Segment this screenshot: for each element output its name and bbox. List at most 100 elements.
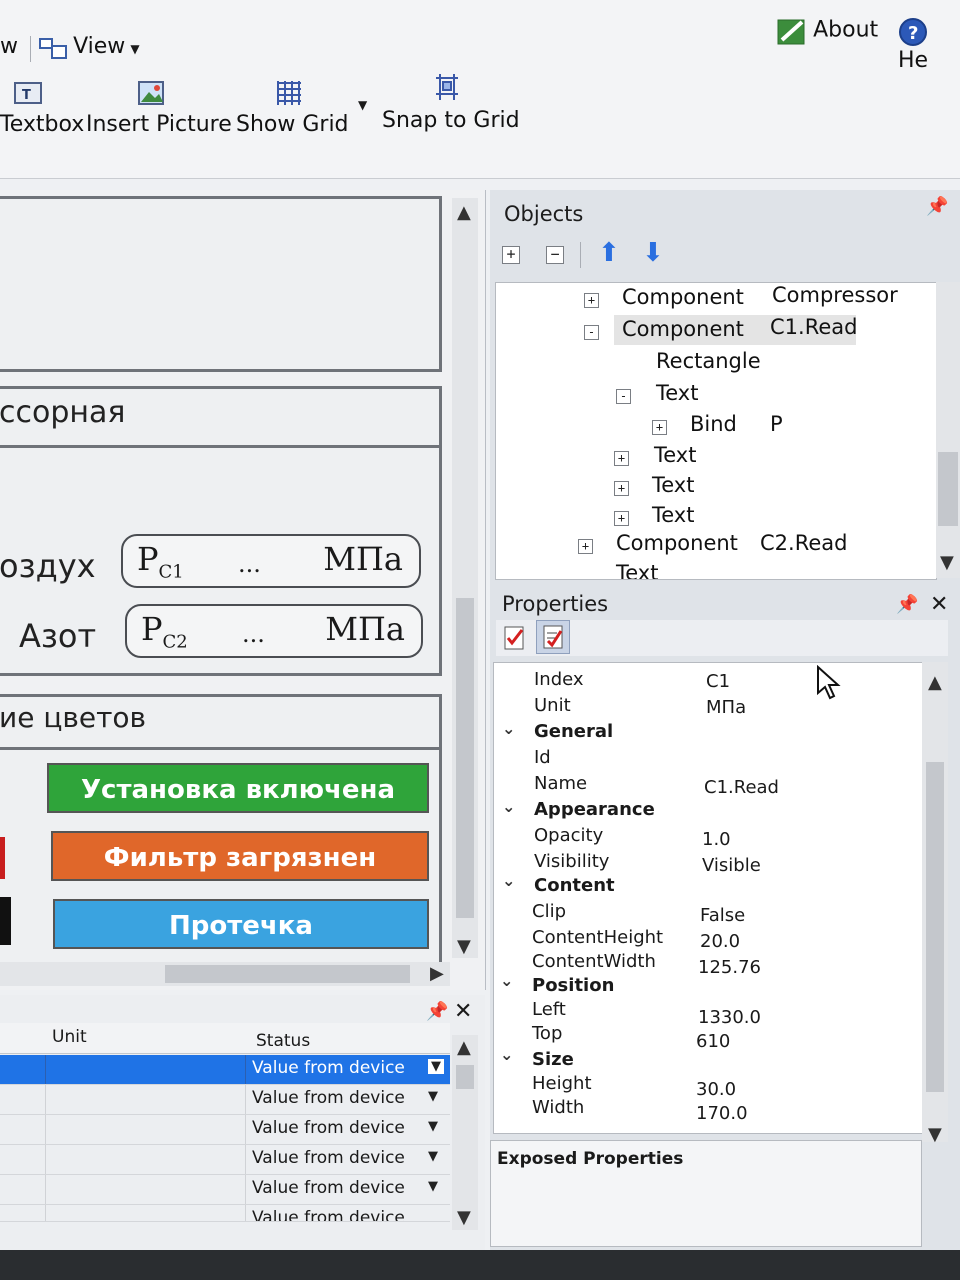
expand-icon[interactable]: + bbox=[584, 293, 599, 308]
status-blue-button[interactable]: Протечка bbox=[53, 899, 429, 949]
prop-value-visibility[interactable]: Visible bbox=[702, 855, 761, 876]
objects-scrollbar[interactable]: ▼ bbox=[936, 282, 960, 578]
scroll-down-icon[interactable]: ▼ bbox=[940, 552, 954, 573]
column-unit[interactable]: Unit bbox=[52, 1027, 87, 1047]
status-cell[interactable]: Value from device bbox=[252, 1148, 405, 1168]
chevron-down-icon[interactable]: ▼ bbox=[428, 1119, 438, 1134]
collapse-icon[interactable]: - bbox=[584, 325, 599, 340]
scroll-thumb[interactable] bbox=[456, 598, 474, 918]
expand-icon[interactable]: + bbox=[578, 539, 593, 554]
collapse-all-icon[interactable]: − bbox=[546, 246, 564, 264]
tree-node[interactable]: Text bbox=[654, 443, 696, 467]
grid-scrollbar[interactable]: ▲ ▼ bbox=[452, 1035, 478, 1230]
snap-to-grid-button[interactable]: Snap to Grid bbox=[382, 72, 520, 133]
close-icon[interactable]: ✕ bbox=[454, 999, 472, 1024]
collapse-icon[interactable]: - bbox=[616, 389, 631, 404]
about-button[interactable]: About bbox=[776, 16, 878, 48]
chevron-down-icon[interactable]: ▼ bbox=[428, 1149, 438, 1164]
status-cell[interactable]: Value from device bbox=[252, 1178, 405, 1198]
tree-node[interactable]: Text bbox=[652, 473, 694, 497]
prop-value-opacity[interactable]: 1.0 bbox=[702, 829, 731, 850]
status-cell[interactable]: Value from device bbox=[252, 1058, 405, 1078]
move-down-icon[interactable]: ⬇ bbox=[642, 238, 664, 268]
chevron-down-icon[interactable]: ▼ bbox=[428, 1179, 438, 1194]
hscroll-thumb[interactable] bbox=[165, 965, 410, 983]
expand-icon[interactable]: + bbox=[614, 511, 629, 526]
properties-scrollbar[interactable]: ▲ ▼ bbox=[922, 662, 948, 1145]
column-status[interactable]: Status bbox=[256, 1031, 310, 1051]
category-size[interactable]: Size bbox=[532, 1049, 574, 1070]
status-cell[interactable]: Value from device bbox=[252, 1118, 405, 1138]
prop-value-unit[interactable]: МПа bbox=[706, 697, 746, 718]
scroll-down-icon[interactable]: ▼ bbox=[928, 1124, 942, 1145]
objects-tree[interactable]: + Component Compressor - Component C1.Re… bbox=[495, 282, 937, 580]
scroll-down-icon[interactable]: ▼ bbox=[457, 936, 471, 957]
close-icon[interactable]: ✕ bbox=[930, 592, 948, 617]
prop-value-clip[interactable]: False bbox=[700, 905, 745, 926]
table-row[interactable]: Value from device ▼ bbox=[0, 1115, 450, 1145]
prop-value-left[interactable]: 1330.0 bbox=[698, 1007, 761, 1028]
status-cell[interactable]: Value from device bbox=[252, 1208, 405, 1221]
category-appearance[interactable]: Appearance bbox=[534, 799, 655, 820]
expand-icon[interactable]: + bbox=[614, 481, 629, 496]
alphabetical-button[interactable] bbox=[536, 620, 570, 654]
objects-scroll-thumb[interactable] bbox=[938, 452, 958, 526]
category-position[interactable]: Position bbox=[532, 975, 614, 996]
status-orange-button[interactable]: Фильтр загрязнен bbox=[51, 831, 429, 881]
chevron-down-icon[interactable]: ▼ bbox=[428, 1089, 438, 1104]
prop-value-width[interactable]: 170.0 bbox=[696, 1103, 748, 1124]
tree-node[interactable]: Component bbox=[622, 285, 744, 309]
table-row[interactable]: Value from device ▼ bbox=[0, 1175, 450, 1205]
tree-node[interactable]: Text bbox=[616, 561, 658, 579]
insert-picture-button[interactable]: Insert Picture bbox=[86, 80, 232, 137]
help-button[interactable]: ? He bbox=[898, 16, 960, 73]
prop-value-height[interactable]: 30.0 bbox=[696, 1079, 736, 1100]
status-cell[interactable]: Value from device bbox=[252, 1088, 405, 1108]
table-row[interactable]: Value from device ▼ bbox=[0, 1145, 450, 1175]
chevron-down-icon[interactable]: ▼ bbox=[428, 1059, 444, 1074]
chevron-down-icon[interactable]: ⌄ bbox=[502, 871, 515, 890]
grid-scroll-thumb[interactable] bbox=[456, 1065, 474, 1089]
chevron-down-icon[interactable]: ⌄ bbox=[502, 797, 515, 816]
pin-icon[interactable]: 📌 bbox=[926, 196, 948, 217]
prop-value-content-height[interactable]: 20.0 bbox=[700, 931, 740, 952]
expand-icon[interactable]: + bbox=[652, 420, 667, 435]
table-row[interactable]: Value from device ▼ bbox=[0, 1085, 450, 1115]
category-content[interactable]: Content bbox=[534, 875, 615, 896]
chevron-down-icon[interactable]: ⌄ bbox=[500, 1045, 513, 1064]
category-general[interactable]: General bbox=[534, 721, 613, 742]
prop-value-content-width[interactable]: 125.76 bbox=[698, 957, 761, 978]
tree-node[interactable]: Bind bbox=[690, 412, 737, 436]
pressure-reading-c2[interactable]: PC2 ... МПа bbox=[125, 604, 423, 658]
expand-all-icon[interactable]: + bbox=[502, 246, 520, 264]
tree-node[interactable]: Text bbox=[652, 503, 694, 527]
table-row[interactable]: Value from device ▼ bbox=[0, 1055, 450, 1085]
show-grid-button[interactable]: Show Grid bbox=[236, 80, 349, 137]
menu-item-partial[interactable]: w bbox=[0, 34, 18, 59]
pin-icon[interactable]: 📌 bbox=[896, 594, 918, 615]
tree-node[interactable]: Text bbox=[656, 381, 698, 405]
properties-scroll-thumb[interactable] bbox=[926, 762, 944, 1092]
property-grid[interactable]: Index C1 Unit МПа ⌄ General Id Name C1.R… bbox=[493, 662, 925, 1134]
pressure-reading-c1[interactable]: PC1 ... МПа bbox=[121, 534, 421, 588]
tree-node[interactable]: Component bbox=[616, 531, 738, 555]
show-grid-dropdown-icon[interactable]: ▼ bbox=[358, 98, 367, 112]
chevron-down-icon[interactable]: ⌄ bbox=[502, 719, 515, 738]
expand-icon[interactable]: + bbox=[614, 451, 629, 466]
canvas-vertical-scrollbar[interactable]: ▲ ▼ bbox=[452, 198, 478, 958]
scroll-up-icon[interactable]: ▲ bbox=[457, 1037, 471, 1058]
canvas-horizontal-scrollbar[interactable]: ▶ bbox=[0, 962, 450, 986]
prop-value-name[interactable]: C1.Read bbox=[704, 777, 779, 798]
prop-value-top[interactable]: 610 bbox=[696, 1031, 730, 1052]
status-green-button[interactable]: Установка включена bbox=[47, 763, 429, 813]
scroll-right-icon[interactable]: ▶ bbox=[430, 963, 444, 984]
chevron-down-icon[interactable]: ⌄ bbox=[500, 971, 513, 990]
scroll-up-icon[interactable]: ▲ bbox=[457, 202, 471, 223]
move-up-icon[interactable]: ⬆ bbox=[598, 238, 620, 268]
colors-frame[interactable]: ие цветов Установка включена Фильтр загр… bbox=[0, 694, 442, 966]
categorized-icon[interactable] bbox=[502, 624, 530, 652]
scroll-down-icon[interactable]: ▼ bbox=[457, 1207, 471, 1228]
table-row[interactable]: Value from device bbox=[0, 1205, 450, 1222]
designer-canvas[interactable]: ссорная оздух PC1 ... МПа Азот PC2 ... М… bbox=[0, 190, 486, 990]
prop-value-index[interactable]: C1 bbox=[706, 671, 730, 692]
